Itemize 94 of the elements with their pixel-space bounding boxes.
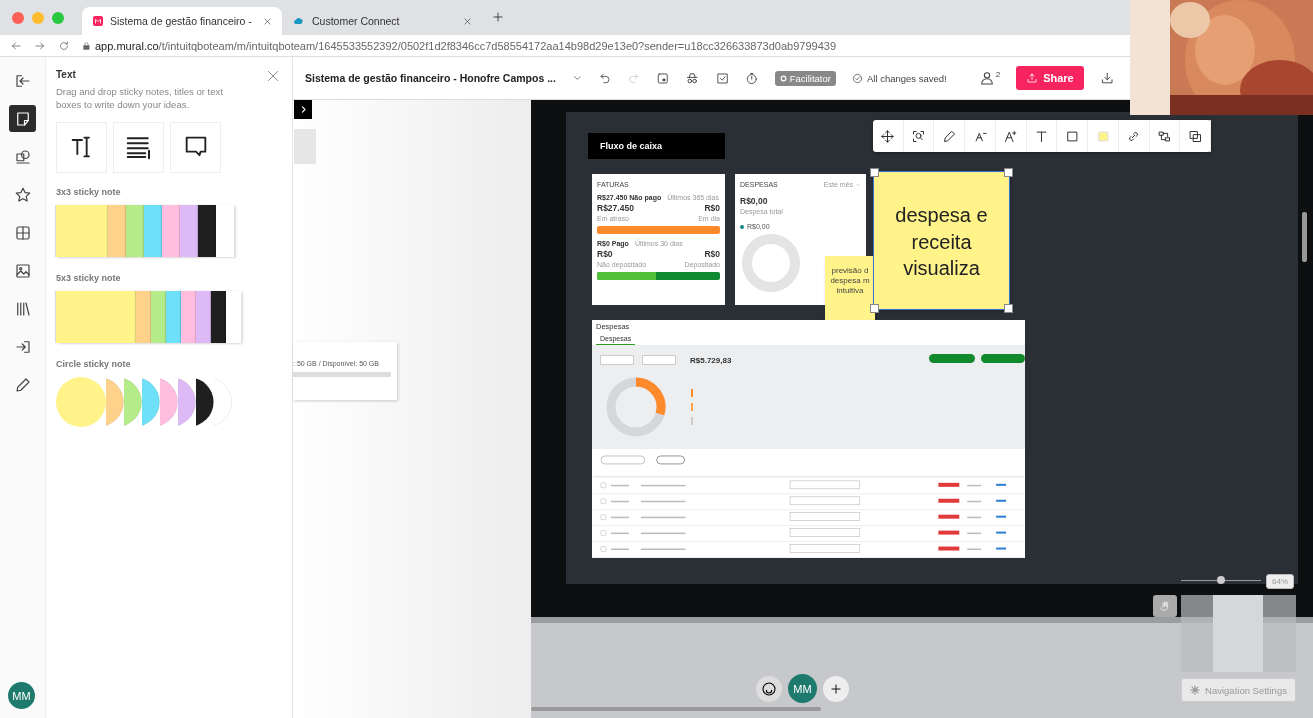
board-title[interactable]: Sistema de gestão financeiro - Honofre Campos ...	[305, 72, 556, 84]
browser-tab[interactable]: Sistema de gestão financeiro -	[82, 7, 282, 35]
square-icon	[1064, 128, 1080, 144]
new-tab-icon[interactable]	[492, 10, 504, 23]
sticky-note-swatch[interactable]	[136, 290, 151, 343]
minimap[interactable]	[1181, 595, 1296, 672]
scrollbar[interactable]	[531, 707, 821, 711]
section-label: 3x3 sticky note	[56, 186, 122, 197]
panel-description: Drag and drop sticky notes, titles or text boxes to write down your ideas.	[56, 86, 224, 112]
action-button[interactable]	[981, 354, 1025, 363]
rail-button[interactable]	[9, 105, 36, 132]
sticky-note-swatch[interactable]	[56, 290, 136, 343]
incognito-icon[interactable]	[685, 70, 700, 86]
checkbox-icon[interactable]	[715, 70, 730, 86]
circle-icon	[779, 74, 787, 82]
date-field[interactable]	[600, 355, 634, 365]
star-icon	[13, 185, 32, 204]
amount-text: R$27.450	[597, 203, 634, 213]
redo-icon	[627, 71, 640, 85]
sticky-note-swatch[interactable]	[162, 204, 180, 257]
sticky-note-swatch[interactable]	[151, 290, 166, 343]
smiley-icon	[761, 681, 777, 697]
browser-tab[interactable]: Customer Connect	[282, 7, 482, 35]
facilitator-badge[interactable]: Facilitator	[774, 70, 836, 86]
amount-text: R$0	[704, 203, 720, 213]
amount-text: R$0	[597, 249, 613, 259]
member-count: 2	[995, 70, 1001, 79]
facilitator-label: Facilitator	[789, 72, 831, 84]
lock-icon	[82, 40, 91, 51]
person-icon[interactable]	[978, 70, 995, 86]
panel-title: Text	[56, 69, 76, 80]
cloud-icon	[292, 15, 306, 27]
collapse-handle[interactable]	[294, 100, 312, 119]
close-icon[interactable]	[266, 69, 280, 83]
donut-drawing	[740, 232, 802, 294]
user-avatar[interactable]: MM	[8, 682, 35, 709]
section-header: Fluxo de caixa	[588, 133, 725, 159]
layers-icon	[1187, 128, 1203, 144]
action-button[interactable]	[929, 354, 975, 363]
font-larger-icon	[1003, 128, 1019, 144]
donut-chart-drawing	[606, 377, 666, 437]
date-field[interactable]	[642, 355, 676, 365]
check-circle-icon	[851, 72, 863, 84]
save-status: All changes saved!	[866, 72, 947, 84]
share-button[interactable]: Share	[1016, 66, 1084, 90]
amount-text: R$0	[704, 249, 720, 259]
zoom-window-button[interactable]	[52, 11, 64, 24]
back-icon[interactable]	[10, 39, 22, 52]
shapes-icon	[13, 147, 32, 166]
text-box-tool[interactable]	[113, 121, 164, 173]
sticky-note-swatch[interactable]	[196, 290, 211, 343]
comment-tool[interactable]	[170, 121, 221, 173]
sticky-note-swatch[interactable]	[108, 204, 126, 257]
sticky-note-swatch[interactable]	[56, 204, 108, 257]
sticky-note-swatch[interactable]	[180, 204, 198, 257]
sticky-note-swatch[interactable]	[211, 290, 226, 343]
circle-sticky-note[interactable]	[196, 376, 214, 427]
text-tool[interactable]	[56, 121, 107, 173]
forward-icon[interactable]	[34, 39, 46, 52]
timer-icon[interactable]	[745, 70, 759, 86]
sticky-note[interactable]: previsão d despesa m intuitiva	[825, 256, 875, 320]
address-field[interactable]: app.mural.co/t/intuitqboteam/m/intuitqboteam/1645533552392/0502f1d2f8346cc7d58554172aa14b98d29e13e0?sender=u18cc326633873d0ab9799439	[95, 39, 836, 52]
zoom-slider-thumb[interactable]	[1217, 576, 1225, 584]
sticky-note-swatch[interactable]	[166, 290, 181, 343]
close-tab-icon[interactable]	[263, 16, 272, 26]
upload-icon	[1026, 72, 1039, 84]
legend-dot	[740, 224, 744, 229]
pencil-icon	[941, 128, 957, 144]
total-amount: R$0,00	[740, 196, 769, 206]
section-label: 5x3 sticky note	[56, 272, 122, 283]
move-icon	[880, 128, 896, 144]
sticky-note-swatch[interactable]	[181, 290, 196, 343]
image-icon	[13, 261, 32, 280]
hand-tool-button[interactable]	[1153, 595, 1177, 617]
zoom-icon	[911, 128, 927, 144]
chevron-down-icon	[855, 181, 861, 188]
sticky-note-swatch[interactable]	[126, 204, 144, 257]
download-icon[interactable]	[1099, 70, 1115, 86]
sticky-note-swatch[interactable]	[198, 204, 216, 257]
color-swatch-icon	[1095, 128, 1111, 144]
plus-icon	[829, 682, 843, 696]
frame-icon[interactable]	[655, 70, 670, 86]
scrollbar[interactable]	[1302, 212, 1307, 262]
expenses-total: R$5.729,83	[690, 356, 732, 365]
grid-icon	[13, 223, 32, 242]
section-label: Circle sticky note	[56, 358, 132, 369]
mural-logo-icon	[92, 15, 104, 27]
swap-icon	[1156, 128, 1172, 144]
close-window-button[interactable]	[12, 11, 24, 24]
gear-icon	[1190, 685, 1201, 695]
close-tab-icon[interactable]	[463, 16, 472, 26]
sticky-note-swatch[interactable]	[144, 204, 162, 257]
reload-icon[interactable]	[58, 39, 70, 52]
undo-icon[interactable]	[598, 71, 612, 85]
